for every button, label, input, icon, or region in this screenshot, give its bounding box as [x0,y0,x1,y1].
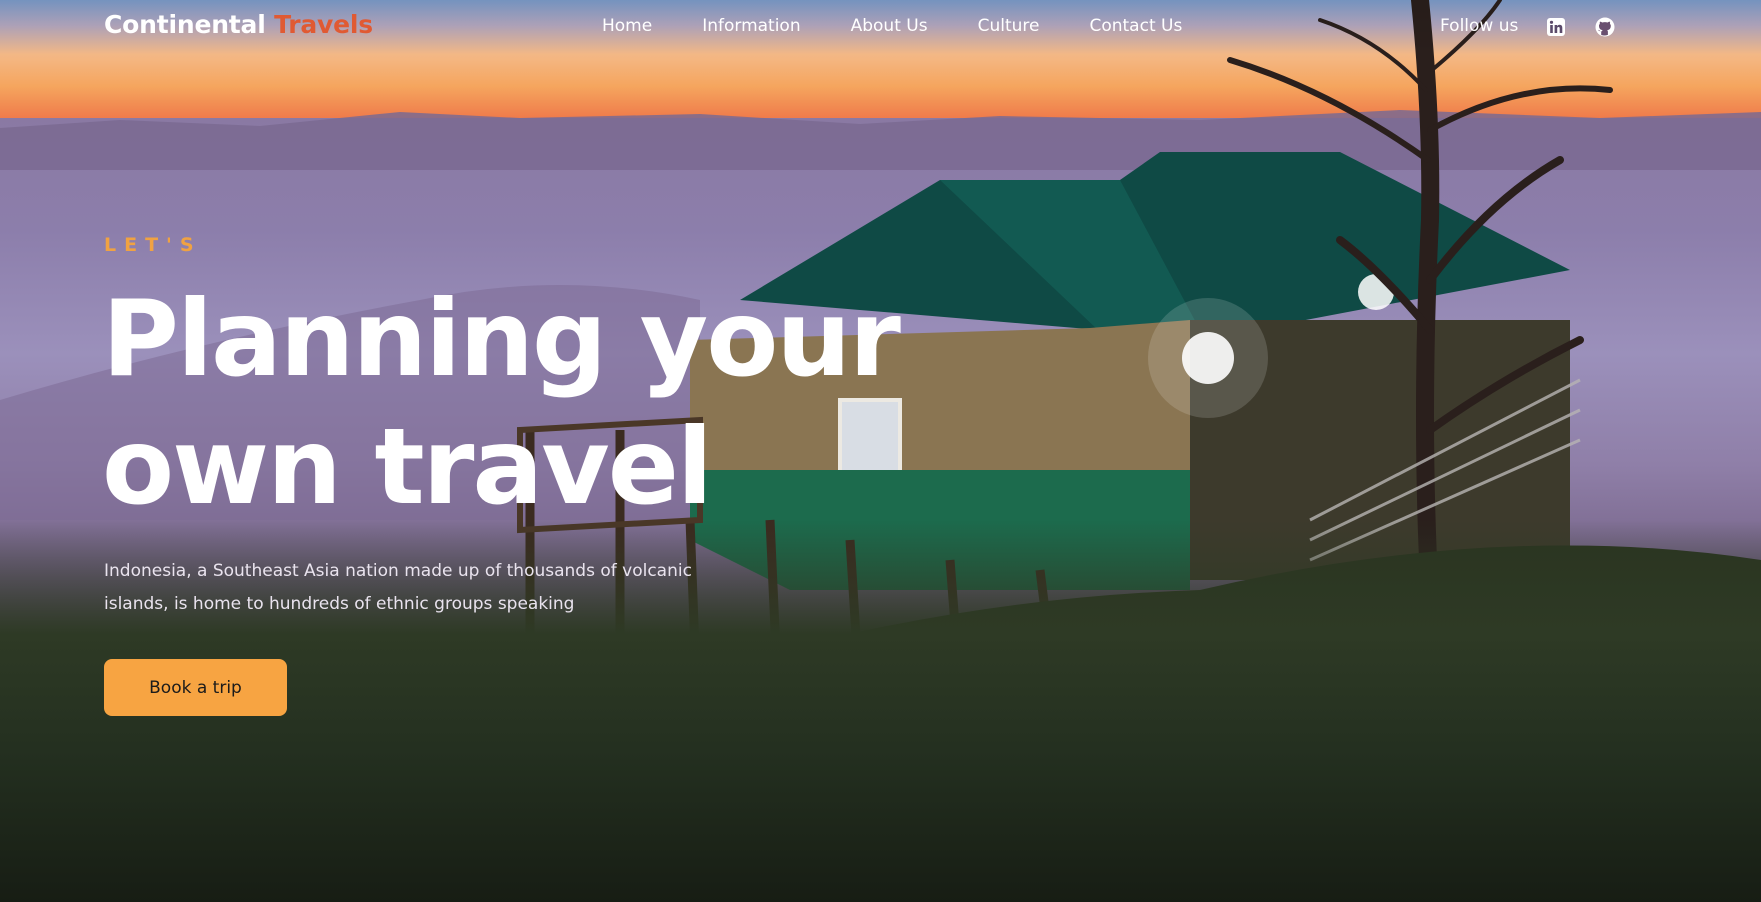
mountain-ridge [0,110,1761,170]
nav-about-us[interactable]: About Us [851,15,928,37]
porch-light-glow [1148,298,1268,418]
hero-description: Indonesia, a Southeast Asia nation made … [104,561,692,614]
main-nav: Home Information About Us Culture Contac… [602,15,1232,37]
nav-contact-us[interactable]: Contact Us [1089,15,1182,37]
book-a-trip-button[interactable]: Book a trip [104,659,287,716]
brand-primary: Continental [104,10,266,39]
brand-logo[interactable]: Continental Travels [104,10,373,39]
site-header: Continental Travels Home Information Abo… [0,0,1761,54]
hero-headline-line1: Planning your [102,278,901,400]
nav-culture[interactable]: Culture [978,15,1040,37]
nav-information[interactable]: Information [702,15,800,37]
nav-home[interactable]: Home [602,15,652,37]
brand-accent: Travels [274,10,373,39]
hero-headline-line2: own travel [102,406,713,528]
linkedin-icon[interactable] [1545,16,1567,38]
hero-headline: Planning your own travel [102,275,901,531]
follow-us-label: Follow us [1440,16,1519,36]
hero-eyebrow: LET'S [104,234,202,256]
github-icon[interactable] [1594,16,1616,38]
